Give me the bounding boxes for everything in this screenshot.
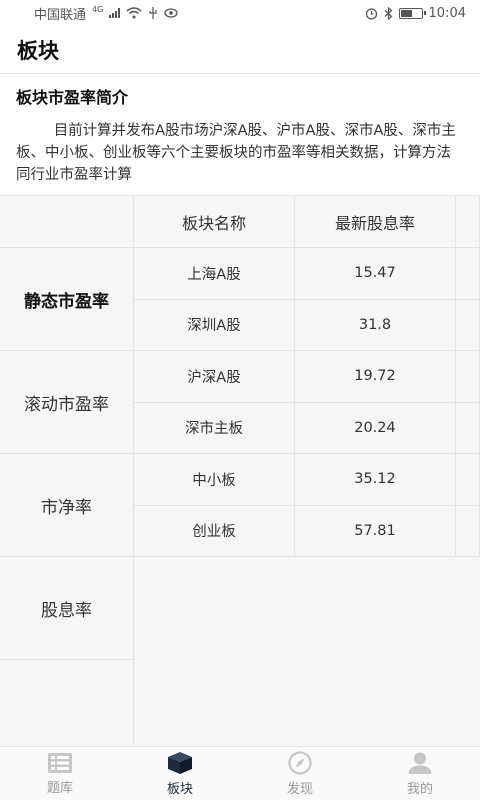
row-stub (456, 402, 480, 453)
table-header-row: 板块名称 最新股息率 (134, 196, 480, 248)
row-value: 35.12 (295, 454, 456, 505)
tab-sectors[interactable]: 板块 (120, 747, 240, 800)
tab-label: 题库 (46, 780, 73, 796)
list-icon (48, 752, 72, 773)
bottom-tab-bar: 题库 板块 发现 我的 (0, 746, 480, 800)
row-stub (456, 299, 480, 350)
tab-question-bank[interactable]: 题库 (0, 747, 120, 800)
data-table: 静态市盈率 滚动市盈率 市净率 股息率 板块名称 最新股息率 上海A股 15.4… (0, 196, 480, 746)
tab-label: 我的 (406, 781, 433, 797)
row-name: 沪深A股 (134, 351, 295, 402)
status-left: 中国联通 4G (34, 4, 178, 23)
intro-title: 板块市盈率简介 (16, 88, 129, 107)
category-item-ttm-pe[interactable]: 滚动市盈率 (0, 351, 133, 454)
intro-text: 目前计算并发布A股市场沪深A股、沪市A股、深市A股、深市主板、中小板、创业板等六… (16, 123, 456, 183)
row-stub (456, 248, 480, 299)
page-header: 板块 (0, 26, 480, 74)
row-stub (456, 454, 480, 505)
intro-section: 板块市盈率简介 目前计算并发布A股市场沪深A股、沪市A股、深市A股、深市主板、中… (0, 74, 480, 196)
usb-icon (149, 7, 157, 19)
row-value: 57.81 (295, 505, 456, 556)
table-row[interactable]: 中小板 35.12 (134, 454, 480, 506)
wifi-icon (126, 7, 142, 19)
category-column: 静态市盈率 滚动市盈率 市净率 股息率 (0, 196, 134, 746)
tab-discover[interactable]: 发现 (240, 747, 360, 800)
tab-label: 发现 (286, 781, 313, 797)
user-icon (408, 752, 432, 774)
tab-label: 板块 (166, 781, 193, 797)
carrier-name: 中国联通 (34, 7, 87, 23)
bluetooth-icon (384, 6, 392, 20)
status-right: 10:04 (365, 6, 466, 21)
row-name: 上海A股 (134, 248, 295, 299)
status-bar: 中国联通 4G 10:04 (0, 0, 480, 26)
table-row[interactable]: 上海A股 15.47 (134, 248, 480, 300)
eye-icon (164, 8, 178, 18)
row-value: 19.72 (295, 351, 456, 402)
row-value: 15.47 (295, 248, 456, 299)
row-stub (456, 351, 480, 402)
row-name: 创业板 (134, 505, 295, 556)
alarm-icon (365, 7, 377, 20)
cube-icon (168, 751, 192, 774)
category-header (0, 196, 133, 248)
row-value: 31.8 (295, 299, 456, 350)
row-name: 中小板 (134, 454, 295, 505)
battery-icon (398, 7, 426, 19)
signal-icon (109, 8, 121, 18)
compass-icon (288, 750, 312, 775)
row-name: 深圳A股 (134, 299, 295, 350)
values-table: 板块名称 最新股息率 上海A股 15.47 深圳A股 31.8 沪深A股 19.… (134, 196, 480, 557)
column-header-stub (456, 196, 480, 247)
column-header-name: 板块名称 (134, 196, 295, 247)
category-item-static-pe[interactable]: 静态市盈率 (0, 248, 133, 351)
tab-mine[interactable]: 我的 (360, 747, 480, 800)
table-row[interactable]: 深圳A股 31.8 (134, 299, 480, 351)
table-row[interactable]: 沪深A股 19.72 (134, 351, 480, 403)
column-header-value: 最新股息率 (295, 196, 456, 247)
category-item-pb[interactable]: 市净率 (0, 454, 133, 557)
row-value: 20.24 (295, 402, 456, 453)
network-type: 4G (92, 4, 104, 14)
table-row[interactable]: 深市主板 20.24 (134, 402, 480, 454)
category-item-dividend-yield[interactable]: 股息率 (0, 557, 133, 660)
status-time: 10:04 (428, 5, 466, 21)
row-name: 深市主板 (134, 402, 295, 453)
table-row[interactable]: 创业板 57.81 (134, 505, 480, 557)
row-stub (456, 505, 480, 556)
page-title: 板块 (17, 38, 59, 63)
